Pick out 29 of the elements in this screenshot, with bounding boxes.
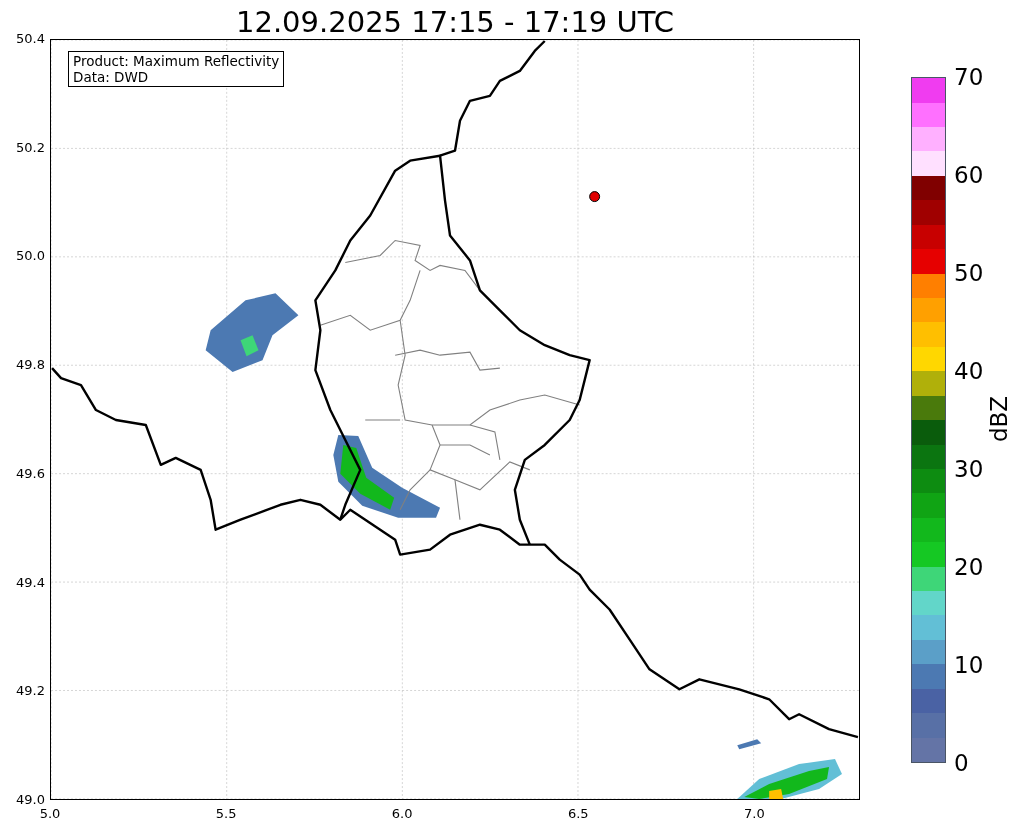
colorbar-tick-label: 70 bbox=[954, 64, 984, 90]
x-tick-label: 5.5 bbox=[215, 806, 237, 822]
colorbar-tick-label: 50 bbox=[954, 260, 984, 286]
x-tick-label: 6.0 bbox=[391, 806, 413, 822]
y-tick-label: 49.2 bbox=[16, 683, 45, 700]
radar-echo-core bbox=[340, 444, 395, 510]
colorbar-tick-label: 60 bbox=[954, 162, 984, 188]
x-tick-label: 5.0 bbox=[39, 806, 61, 822]
y-tick-label: 50.2 bbox=[16, 139, 45, 156]
info-text: Data: DWD bbox=[73, 69, 150, 85]
location-marker bbox=[589, 191, 601, 203]
chart-title: 12.09.2025 17:15 - 17:19 UTC bbox=[235, 4, 675, 41]
x-tick-label: 7.0 bbox=[744, 806, 765, 822]
y-tick-label: 49.0 bbox=[16, 791, 45, 808]
colorbar-tick-label: 20 bbox=[954, 554, 984, 580]
y-tick-label: 50.4 bbox=[16, 31, 45, 47]
colorbar-label: dBZ bbox=[985, 395, 1014, 443]
x-tick-label: 6.5 bbox=[567, 806, 589, 822]
info-text: Product: Maximum Reflectivity bbox=[73, 53, 280, 69]
colorbar-tick-label: 40 bbox=[954, 358, 984, 384]
radar-echo-core bbox=[240, 335, 259, 357]
y-tick-label: 49.4 bbox=[16, 574, 45, 591]
radar-echo bbox=[737, 739, 762, 750]
y-tick-label: 49.8 bbox=[16, 357, 45, 374]
y-tick-label: 49.6 bbox=[16, 465, 45, 482]
colorbar-tick-label: 0 bbox=[954, 750, 969, 776]
colorbar-tick-label: 10 bbox=[954, 652, 984, 678]
colorbar-tick-label: 30 bbox=[954, 456, 984, 482]
y-tick-label: 50.0 bbox=[16, 248, 45, 265]
